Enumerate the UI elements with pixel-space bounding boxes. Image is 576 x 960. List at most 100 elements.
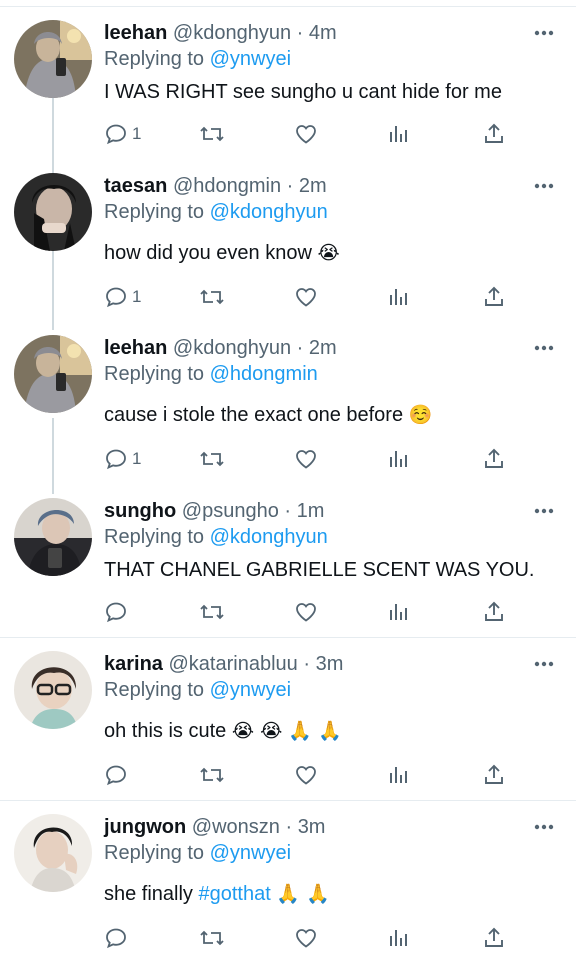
avatar[interactable] — [14, 651, 92, 729]
views-icon — [390, 767, 407, 783]
like-button[interactable] — [294, 121, 318, 147]
like-icon — [296, 288, 316, 307]
reply-count: 1 — [132, 287, 142, 306]
reply-handle-link[interactable]: @ynwyei — [210, 842, 291, 864]
reply-handle-link[interactable]: @kdonghyun — [210, 526, 328, 548]
replying-label: Replying to — [104, 679, 205, 701]
timestamp[interactable]: 2m — [299, 175, 327, 197]
replying-to: Replying to @ynwyei — [104, 677, 291, 703]
retweet-button[interactable] — [199, 121, 225, 147]
reply-button[interactable]: 1 — [104, 446, 141, 472]
display-name[interactable]: karina — [104, 653, 163, 675]
user-handle[interactable]: @kdonghyun — [173, 22, 291, 44]
timestamp[interactable]: 1m — [297, 500, 325, 522]
thread-line — [52, 418, 54, 494]
display-name[interactable]: sungho — [104, 500, 176, 522]
more-icon[interactable] — [532, 498, 556, 524]
share-button[interactable] — [482, 599, 506, 625]
reply-button[interactable] — [104, 599, 132, 625]
separator-dot: · — [296, 22, 304, 44]
top-divider — [0, 6, 576, 7]
more-icon[interactable] — [532, 651, 556, 677]
views-button[interactable] — [388, 762, 410, 788]
more-icon[interactable] — [532, 814, 556, 840]
display-name[interactable]: leehan — [104, 22, 167, 44]
share-button[interactable] — [482, 121, 506, 147]
user-handle[interactable]: @psungho — [182, 500, 279, 522]
views-button[interactable] — [388, 121, 410, 147]
views-button[interactable] — [388, 599, 410, 625]
display-name[interactable]: taesan — [104, 175, 167, 197]
tweet-text-content: oh this is cute — [104, 720, 227, 742]
more-icon[interactable] — [532, 335, 556, 361]
timestamp[interactable]: 2m — [309, 337, 337, 359]
share-button[interactable] — [482, 446, 506, 472]
views-button[interactable] — [388, 284, 410, 310]
avatar[interactable] — [14, 498, 92, 576]
views-button[interactable] — [388, 446, 410, 472]
user-handle[interactable]: @hdongmin — [173, 175, 281, 197]
replying-label: Replying to — [104, 842, 205, 864]
avatar[interactable] — [14, 814, 92, 892]
timestamp[interactable]: 3m — [298, 816, 326, 838]
timestamp[interactable]: 4m — [309, 22, 337, 44]
tweet-text: how did you even know 😭 — [104, 240, 340, 266]
retweet-icon — [200, 930, 224, 946]
views-icon — [390, 451, 407, 467]
reply-button[interactable] — [104, 925, 132, 951]
tweet-text: THAT CHANEL GABRIELLE SCENT WAS YOU. — [104, 557, 534, 583]
user-handle[interactable]: @kdonghyun — [173, 337, 291, 359]
like-button[interactable] — [294, 446, 318, 472]
display-name[interactable]: jungwon — [104, 816, 186, 838]
reply-handle-link[interactable]: @ynwyei — [210, 48, 291, 70]
separator-dot: · — [296, 337, 304, 359]
action-bar: 1 — [104, 121, 516, 147]
reply-handle-link[interactable]: @kdonghyun — [210, 201, 328, 223]
user-handle[interactable]: @wonszn — [192, 816, 280, 838]
avatar[interactable] — [14, 20, 92, 98]
timestamp[interactable]: 3m — [316, 653, 344, 675]
display-name[interactable]: leehan — [104, 337, 167, 359]
share-icon — [485, 601, 503, 621]
views-button[interactable] — [388, 925, 410, 951]
reply-button[interactable] — [104, 762, 132, 788]
user-handle[interactable]: @katarinabluu — [169, 653, 298, 675]
reply-handle-link[interactable]: @ynwyei — [210, 679, 291, 701]
share-button[interactable] — [482, 925, 506, 951]
tweet-text: oh this is cute 😭 😭 🙏 🙏 — [104, 718, 342, 744]
like-icon — [296, 603, 316, 622]
like-icon — [296, 125, 316, 144]
reply-icon — [106, 765, 126, 786]
retweet-button[interactable] — [199, 925, 225, 951]
more-icon[interactable] — [532, 173, 556, 199]
avatar[interactable] — [14, 173, 92, 251]
retweet-button[interactable] — [199, 446, 225, 472]
tweet-text-content: how did you even know — [104, 242, 312, 264]
share-icon — [485, 448, 503, 468]
tweet-divider — [0, 800, 576, 801]
reply-icon — [106, 287, 126, 308]
retweet-icon — [200, 767, 224, 783]
more-icon[interactable] — [532, 20, 556, 46]
reply-handle-link[interactable]: @hdongmin — [210, 363, 318, 385]
reply-count: 1 — [132, 449, 142, 468]
taesan-avatar — [14, 173, 92, 251]
replying-to: Replying to @kdonghyun — [104, 199, 328, 225]
hashtag-link[interactable]: #gotthat — [199, 883, 271, 905]
reply-button[interactable]: 1 — [104, 121, 141, 147]
retweet-button[interactable] — [199, 284, 225, 310]
retweet-button[interactable] — [199, 762, 225, 788]
reply-button[interactable]: 1 — [104, 284, 141, 310]
separator-dot: · — [284, 500, 292, 522]
avatar[interactable] — [14, 335, 92, 413]
tweet-text: cause i stole the exact one before ☺️ — [104, 402, 432, 428]
share-button[interactable] — [482, 284, 506, 310]
replying-label: Replying to — [104, 363, 205, 385]
like-button[interactable] — [294, 762, 318, 788]
like-button[interactable] — [294, 599, 318, 625]
share-button[interactable] — [482, 762, 506, 788]
like-button[interactable] — [294, 284, 318, 310]
share-icon — [485, 764, 503, 784]
like-button[interactable] — [294, 925, 318, 951]
retweet-button[interactable] — [199, 599, 225, 625]
